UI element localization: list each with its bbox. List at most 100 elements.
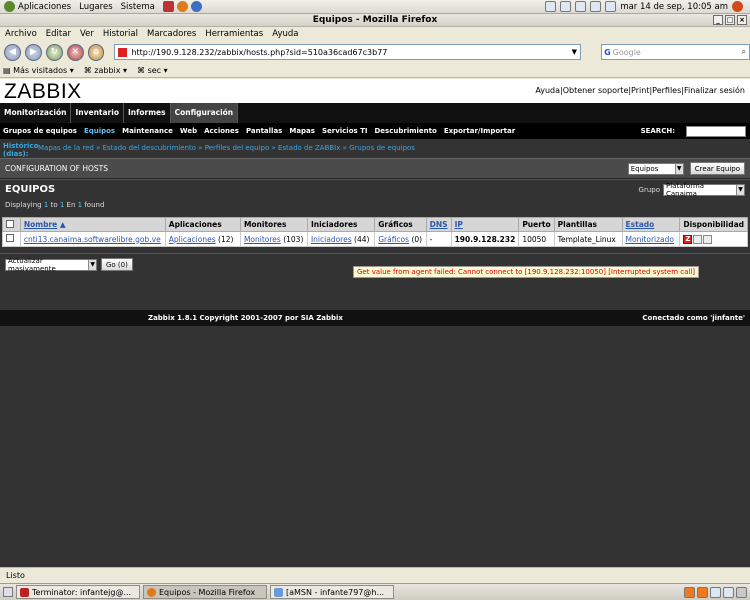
reload-icon[interactable]: ↻ [45, 43, 63, 61]
workspace-switcher [684, 586, 747, 598]
col-dns[interactable]: DNS [425, 217, 452, 232]
tab-monitorizacion[interactable]: Monitorización [0, 103, 72, 123]
search-input[interactable]: G Google ⌕ [601, 44, 750, 60]
search-icon[interactable]: ⌕ [742, 47, 746, 57]
create-host-button[interactable]: Crear Equipo [689, 162, 745, 175]
bookmark-sec[interactable]: ⌘ sec ▾ [137, 66, 168, 75]
task-amsn[interactable]: [aMSN - infante797@h... [270, 585, 394, 599]
config-type-select[interactable]: Equipos ▼ [627, 162, 684, 175]
go-button[interactable]: Go (0) [101, 258, 133, 271]
clock[interactable]: mar 14 de sep, 10:05 am [620, 2, 728, 12]
apps-cell[interactable]: Aplicaciones (12) [164, 231, 241, 247]
workspace-2-icon[interactable] [697, 586, 708, 598]
workspace-3-icon[interactable] [710, 586, 721, 598]
monitors-cell[interactable]: Monitores (103) [239, 231, 308, 247]
menu-ayuda[interactable]: Ayuda [272, 29, 298, 39]
close-icon[interactable]: × [737, 15, 747, 25]
menu-historial[interactable]: Historial [103, 29, 138, 39]
menu-lugares[interactable]: Lugares [79, 2, 113, 12]
bookmark-zabbix[interactable]: ⌘ zabbix ▾ [84, 66, 127, 75]
google-engine-icon[interactable]: G [604, 48, 611, 57]
url-dropdown-icon[interactable]: ▼ [572, 48, 577, 56]
submenu-acciones[interactable]: Acciones [204, 127, 239, 135]
firefox-icon [147, 587, 156, 597]
availability-cell: Z [679, 231, 748, 247]
forward-icon[interactable]: ▶ [24, 43, 42, 61]
menu-ver[interactable]: Ver [80, 29, 94, 39]
menu-herramientas[interactable]: Herramientas [205, 29, 263, 39]
tab-informes[interactable]: Informes [124, 103, 171, 123]
tab-inventario[interactable]: Inventario [71, 103, 124, 123]
submenu-maintenance[interactable]: Maintenance [122, 127, 173, 135]
col-ip[interactable]: IP [450, 217, 520, 232]
col-estado[interactable]: Estado [621, 217, 681, 232]
window-title-bar: Equipos - Mozilla Firefox _ □ × [0, 14, 750, 27]
submenu-grupos[interactable]: Grupos de equipos [3, 127, 77, 135]
url-text[interactable]: http://190.9.128.232/zabbix/hosts.php?si… [131, 48, 387, 57]
table-header-row: Nombre ▲ Aplicaciones Monitores Iniciado… [2, 217, 748, 232]
mail-icon[interactable] [545, 1, 557, 12]
stop-icon[interactable]: ✕ [66, 43, 84, 61]
host-name-cell[interactable]: cnti13.canaima.softwarelibre.gob.ve [19, 231, 166, 247]
status-cell[interactable]: Monitorizado [621, 231, 681, 247]
submenu-web[interactable]: Web [180, 127, 197, 135]
chevron-down-icon: ▼ [674, 163, 683, 174]
submenu-descubrimiento[interactable]: Descubrimiento [375, 127, 437, 135]
menu-marcadores[interactable]: Marcadores [147, 29, 196, 39]
gnome-foot-icon[interactable] [4, 1, 15, 12]
submenu-servicios[interactable]: Servicios TI [322, 127, 368, 135]
workspace-4-icon[interactable] [723, 586, 734, 598]
mass-update-select[interactable]: Actualizar masivamente ▼ [5, 257, 97, 273]
group-select[interactable]: Plataforma Canaima ▼ [663, 182, 745, 198]
gnome-top-panel: Aplicaciones Lugares Sistema mar 14 de s… [0, 0, 750, 14]
help-launcher-icon[interactable] [190, 1, 202, 12]
menu-editar[interactable]: Editar [46, 29, 71, 39]
tab-configuracion[interactable]: Configuración [170, 103, 239, 123]
trash-icon[interactable] [736, 586, 747, 598]
minimize-icon[interactable]: _ [713, 15, 723, 25]
triggers-cell[interactable]: Iniciadores (44) [306, 231, 376, 247]
show-desktop-icon[interactable] [3, 587, 13, 597]
hosts-title: EQUIPOS [5, 184, 56, 195]
menu-aplicaciones[interactable]: Aplicaciones [18, 2, 71, 12]
gnome-taskbar: Terminator: infantejg@... Equipos - Mozi… [0, 583, 750, 600]
network-icon[interactable] [575, 1, 587, 12]
menu-archivo[interactable]: Archivo [5, 29, 37, 39]
update-icon[interactable] [590, 1, 602, 12]
web-page: ZABBIX Ayuda|Obtener soporte|Print|Perfi… [0, 79, 750, 567]
submenu-pantallas[interactable]: Pantallas [246, 127, 282, 135]
col-nombre[interactable]: Nombre ▲ [19, 217, 166, 232]
bookmarks-toolbar: ▤ Más visitados ▾ ⌘ zabbix ▾ ⌘ sec ▾ [0, 64, 750, 78]
power-icon[interactable] [732, 1, 743, 12]
user-icon[interactable] [560, 1, 572, 12]
history-label: Histórico (dias): [3, 142, 39, 158]
back-icon[interactable]: ◀ [4, 43, 21, 61]
task-firefox[interactable]: Equipos - Mozilla Firefox [143, 585, 267, 599]
zabbix-logo: ZABBIX [4, 80, 82, 103]
launcher-icon[interactable] [162, 1, 174, 12]
volume-icon[interactable] [605, 1, 617, 12]
chevron-down-icon: ▼ [88, 259, 96, 270]
top-links[interactable]: Ayuda|Obtener soporte|Print|Perfiles|Fin… [535, 86, 745, 95]
history-breadcrumbs[interactable]: Mapas de la red » Estado del descubrimie… [38, 144, 415, 152]
zabbix-search-input[interactable] [686, 125, 746, 137]
maximize-icon[interactable]: □ [725, 15, 735, 25]
firefox-launcher-icon[interactable] [176, 1, 188, 12]
home-icon[interactable]: ⌂ [87, 43, 105, 61]
submenu-equipos[interactable]: Equipos [84, 127, 115, 135]
row-checkbox[interactable] [6, 234, 14, 242]
submenu-mapas[interactable]: Mapas [289, 127, 315, 135]
row-select-cell[interactable] [2, 231, 21, 247]
col-puerto: Puerto [518, 217, 555, 232]
select-all-checkbox[interactable] [6, 219, 14, 228]
task-terminator[interactable]: Terminator: infantejg@... [16, 585, 140, 599]
url-bar[interactable]: http://190.9.128.232/zabbix/hosts.php?si… [114, 44, 582, 60]
site-favicon-icon [118, 47, 128, 57]
select-all-header[interactable] [2, 217, 21, 232]
submenu-exportar[interactable]: Exportar/Importar [444, 127, 515, 135]
zabbix-agent-status-icon[interactable]: Z [683, 234, 693, 244]
menu-sistema[interactable]: Sistema [121, 2, 155, 12]
workspace-1-icon[interactable] [684, 586, 695, 598]
bookmark-mas-visitados[interactable]: ▤ Más visitados ▾ [3, 66, 74, 75]
graphs-cell[interactable]: Gráficos (0) [374, 231, 427, 247]
